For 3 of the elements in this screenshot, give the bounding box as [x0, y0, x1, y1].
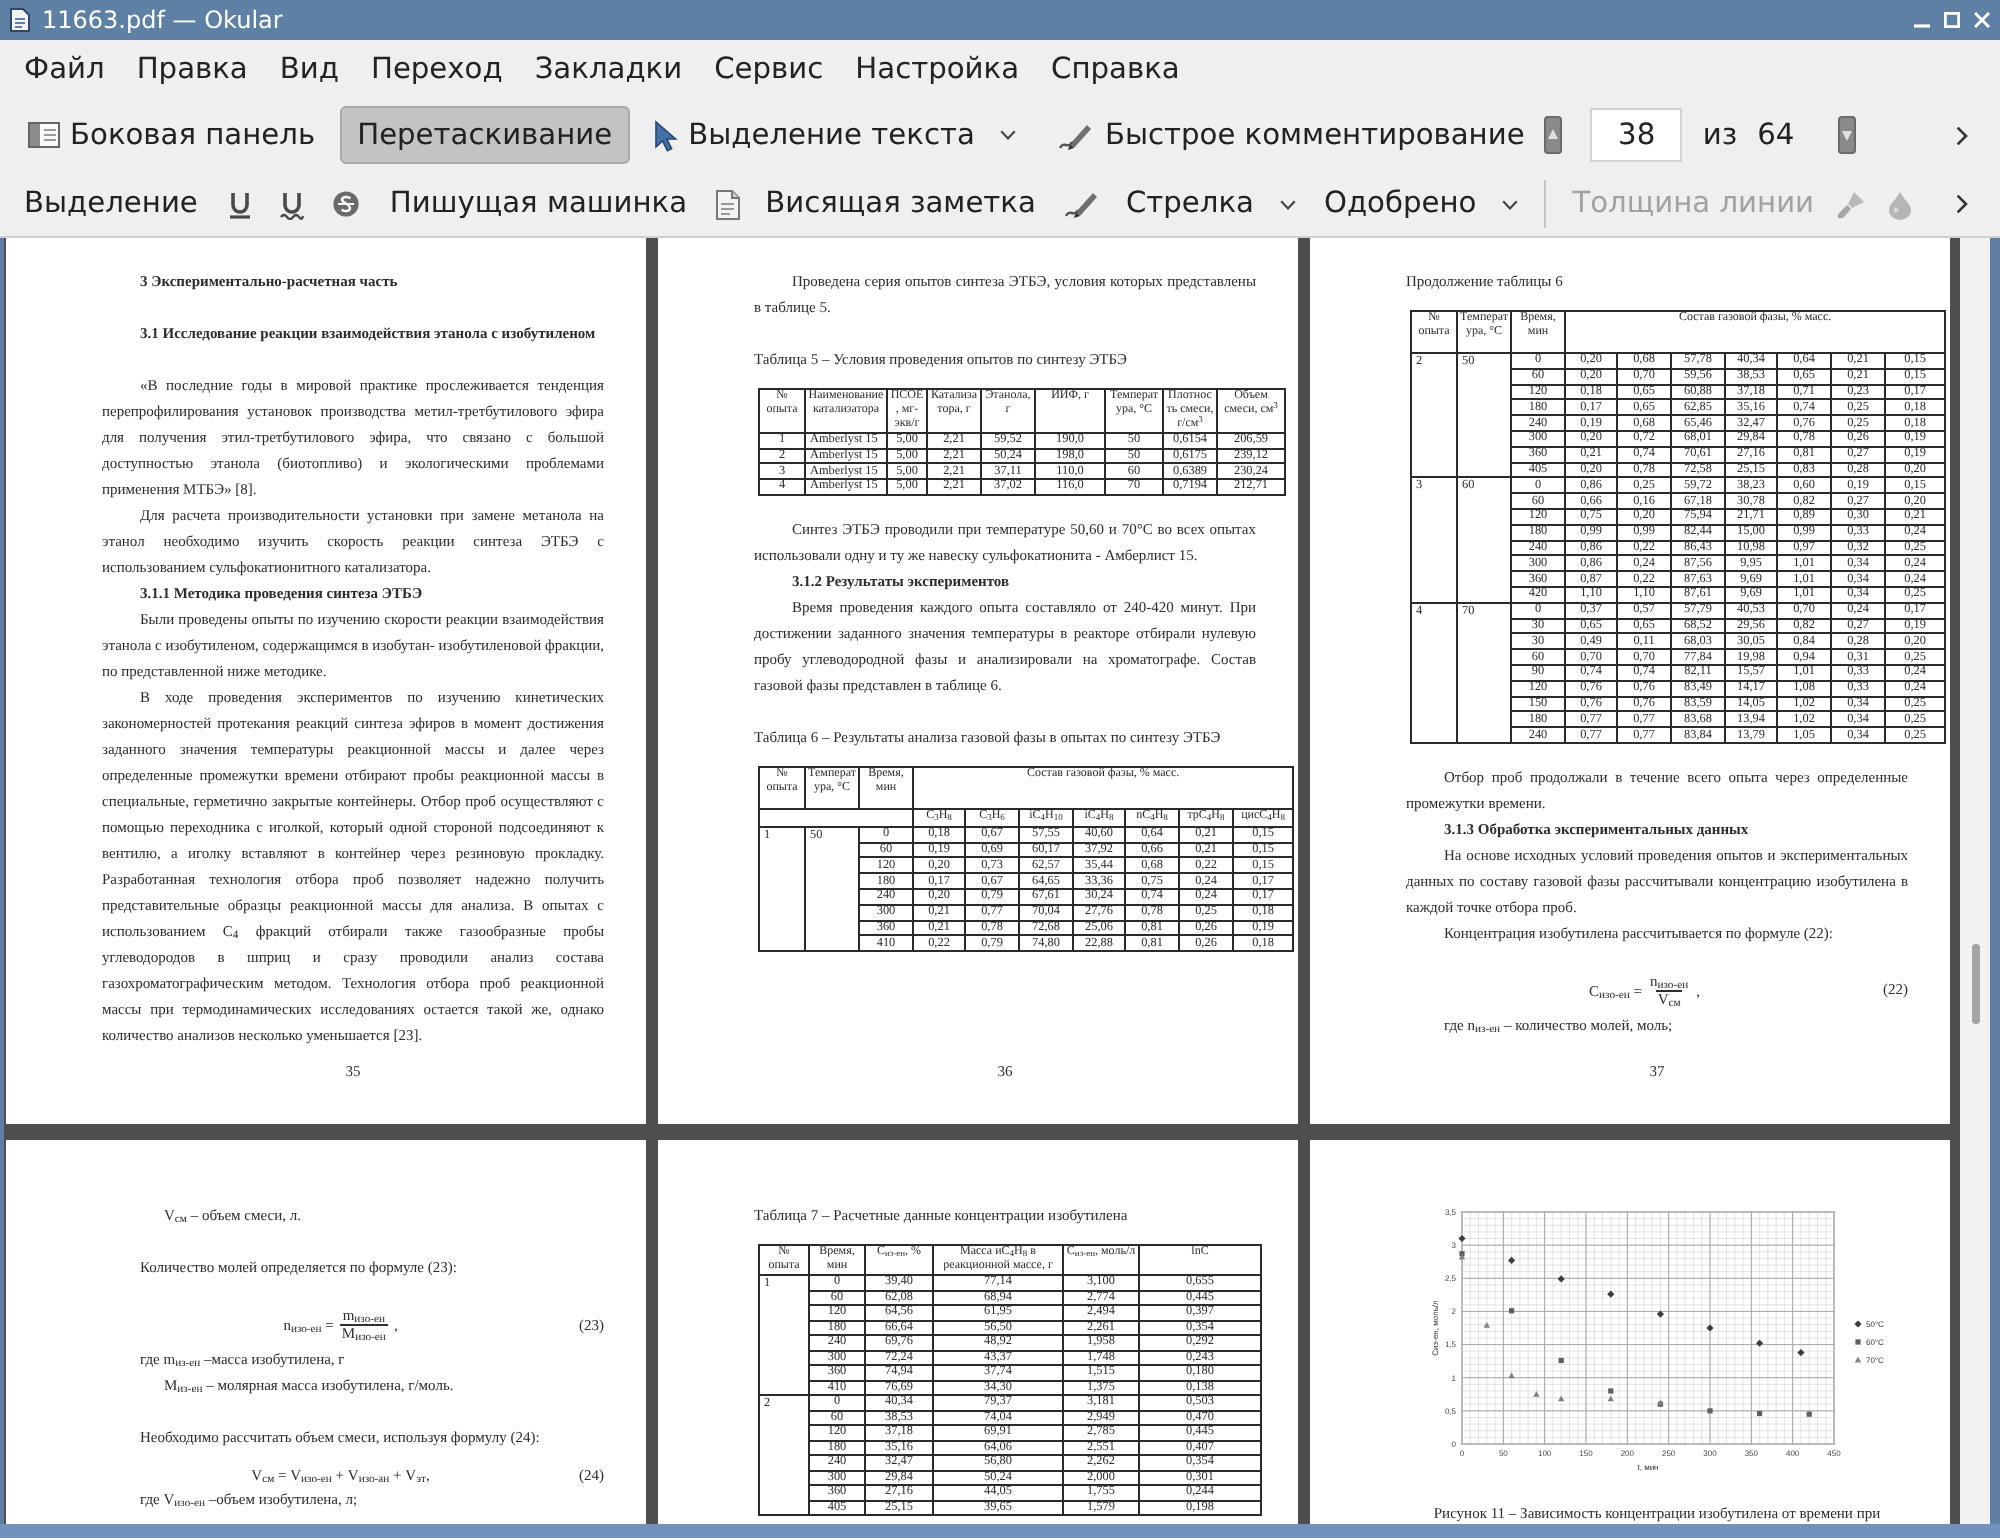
- page-of-label: из: [1702, 115, 1738, 156]
- page-count: 64: [1757, 115, 1795, 156]
- window-title: 11663.pdf — Okular: [42, 4, 283, 38]
